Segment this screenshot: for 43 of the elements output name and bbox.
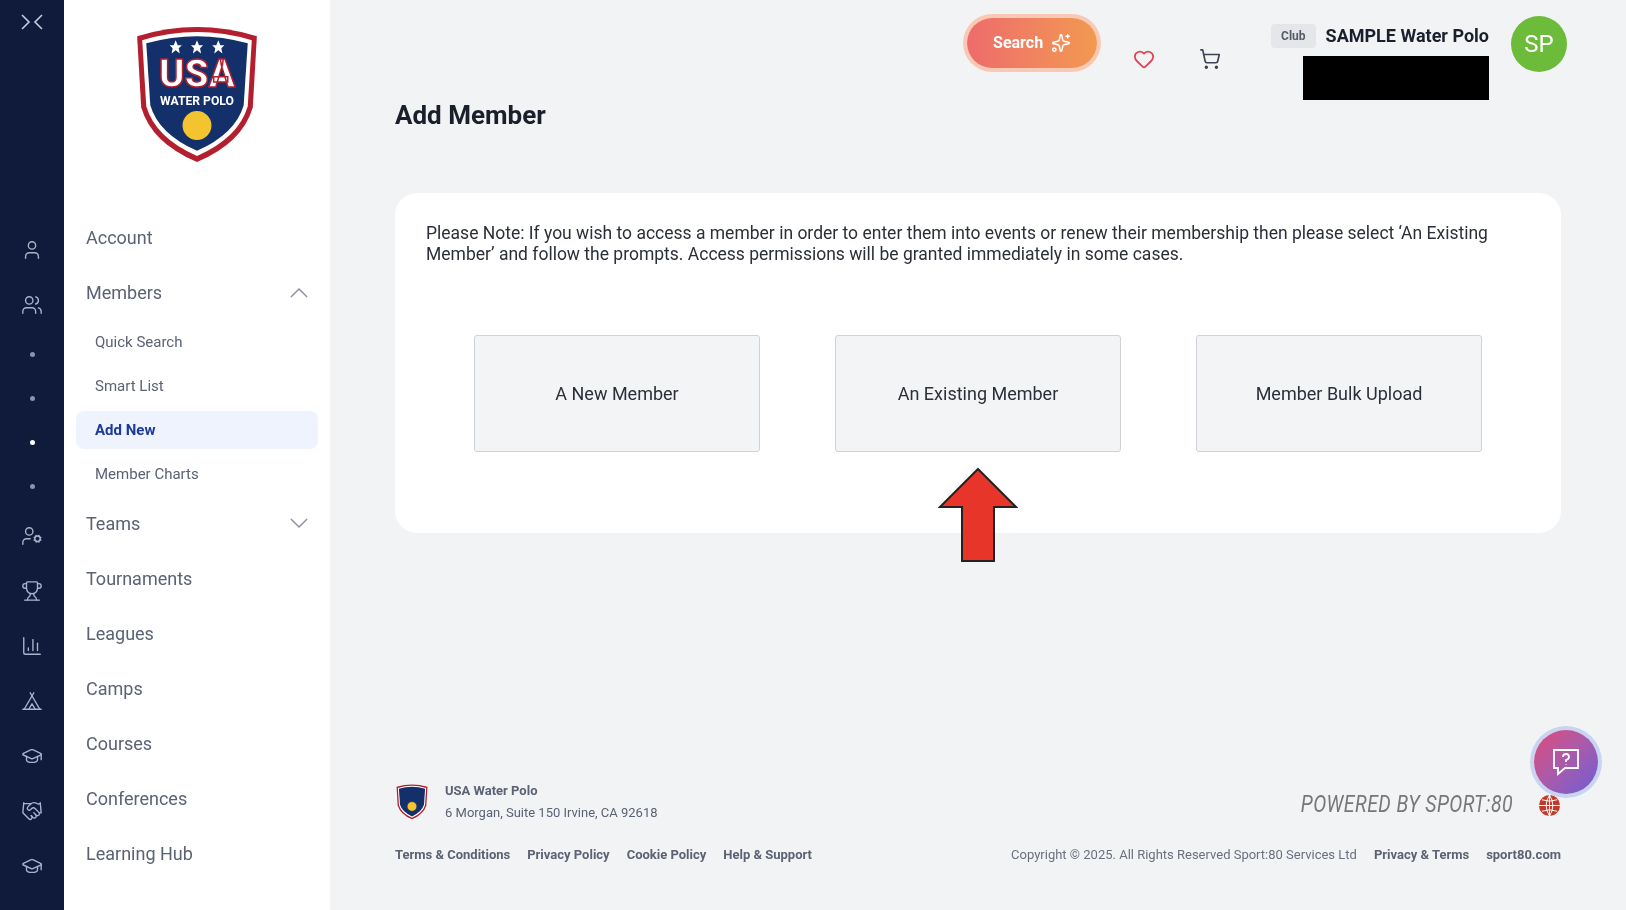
nav-item[interactable]: Leagues [76, 606, 318, 661]
org-name: USA Water Polo [445, 781, 539, 800]
nav-subitem[interactable]: Add New [76, 411, 318, 449]
footer-link[interactable]: Terms & Conditions [395, 844, 511, 864]
shield-logo-icon [395, 783, 429, 820]
people-icon[interactable] [21, 293, 43, 316]
collapse-toggle-icon[interactable] [21, 14, 43, 30]
nav-item[interactable]: Members [76, 265, 318, 320]
page-title: Add Member [395, 99, 547, 132]
globe-icon [1538, 793, 1561, 817]
footer-link[interactable]: Cookie Policy [626, 844, 707, 864]
trophy-icon[interactable] [21, 579, 43, 602]
account-type-badge: Club [1271, 23, 1316, 48]
nav-subitem[interactable]: Member Charts [76, 455, 318, 493]
nav-item[interactable]: Teams [76, 496, 318, 551]
option-button[interactable]: Member Bulk Upload [1196, 335, 1482, 452]
nav-item[interactable]: Conferences [76, 771, 318, 826]
org-address: 6 Morgan, Suite 150 Irvine, CA 92618 [445, 804, 658, 822]
nav-item[interactable]: Account [76, 210, 318, 265]
nav-item[interactable]: Learning Hub [76, 826, 318, 881]
tent-icon[interactable] [21, 689, 43, 712]
footer-link[interactable]: sport80.com [1486, 844, 1561, 864]
option-button[interactable]: An Existing Member [835, 335, 1121, 452]
heart-icon[interactable] [1133, 48, 1156, 70]
footer-link[interactable]: Help & Support [723, 844, 812, 864]
nav-item[interactable]: Tournaments [76, 551, 318, 606]
option-button[interactable]: A New Member [474, 335, 760, 452]
nav-item[interactable]: Courses [76, 716, 318, 771]
nav-item[interactable]: Camps [76, 661, 318, 716]
copyright-text: Copyright © 2025. All Rights Reserved Sport:80 Services Ltd [1011, 845, 1357, 864]
account-name: SAMPLE Water Polo [1325, 24, 1489, 48]
footer-link[interactable]: Privacy & Terms [1373, 844, 1470, 864]
chat-question-icon [1551, 747, 1581, 777]
cart-icon[interactable] [1199, 48, 1222, 70]
footer-link[interactable]: Privacy Policy [527, 844, 610, 864]
sparkle-icon [1051, 33, 1072, 53]
note-text: Please Note: If you wish to access a member in order to enter them into events or renew their membership then please select ‘An Existing Member’ and follow the prompts. Access permissions will be granted immediately in some cases. [426, 223, 1489, 265]
handshake-icon[interactable] [21, 799, 43, 822]
nav-subitem[interactable]: Smart List [76, 367, 318, 405]
person-gear-icon[interactable] [21, 524, 43, 547]
powered-by-logo: POWERED BY SPORT:80 [1300, 790, 1514, 820]
nav-subitem[interactable]: Quick Search [76, 323, 318, 361]
bar-chart-icon[interactable] [21, 634, 43, 657]
